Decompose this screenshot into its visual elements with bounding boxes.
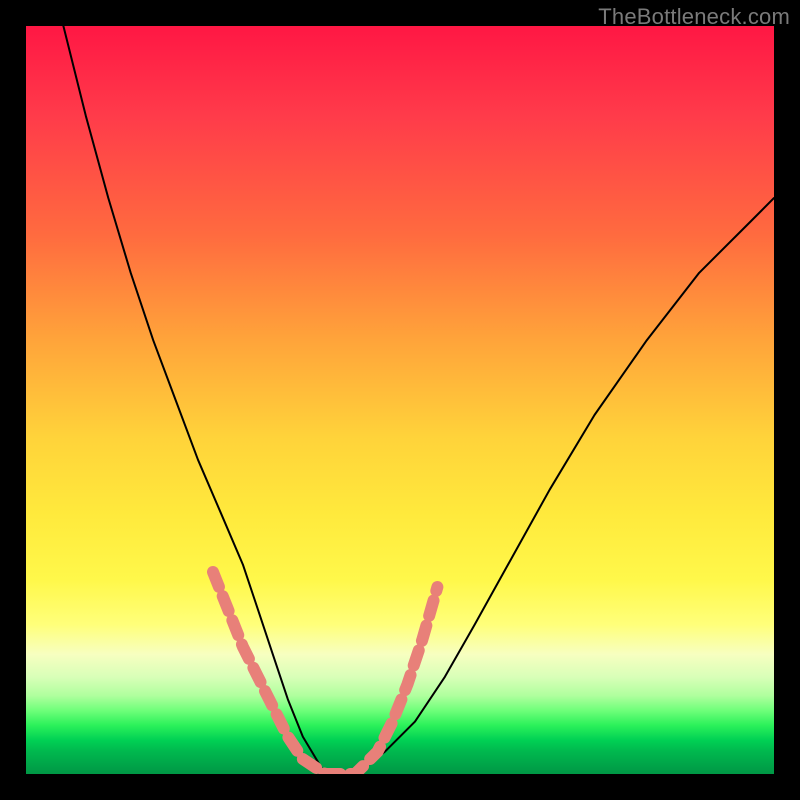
plot-area [26, 26, 774, 774]
chart-frame: TheBottleneck.com [0, 0, 800, 800]
bottleneck-curve-svg [26, 26, 774, 774]
watermark-text: TheBottleneck.com [598, 4, 790, 30]
valley-highlight-dots [213, 572, 437, 774]
